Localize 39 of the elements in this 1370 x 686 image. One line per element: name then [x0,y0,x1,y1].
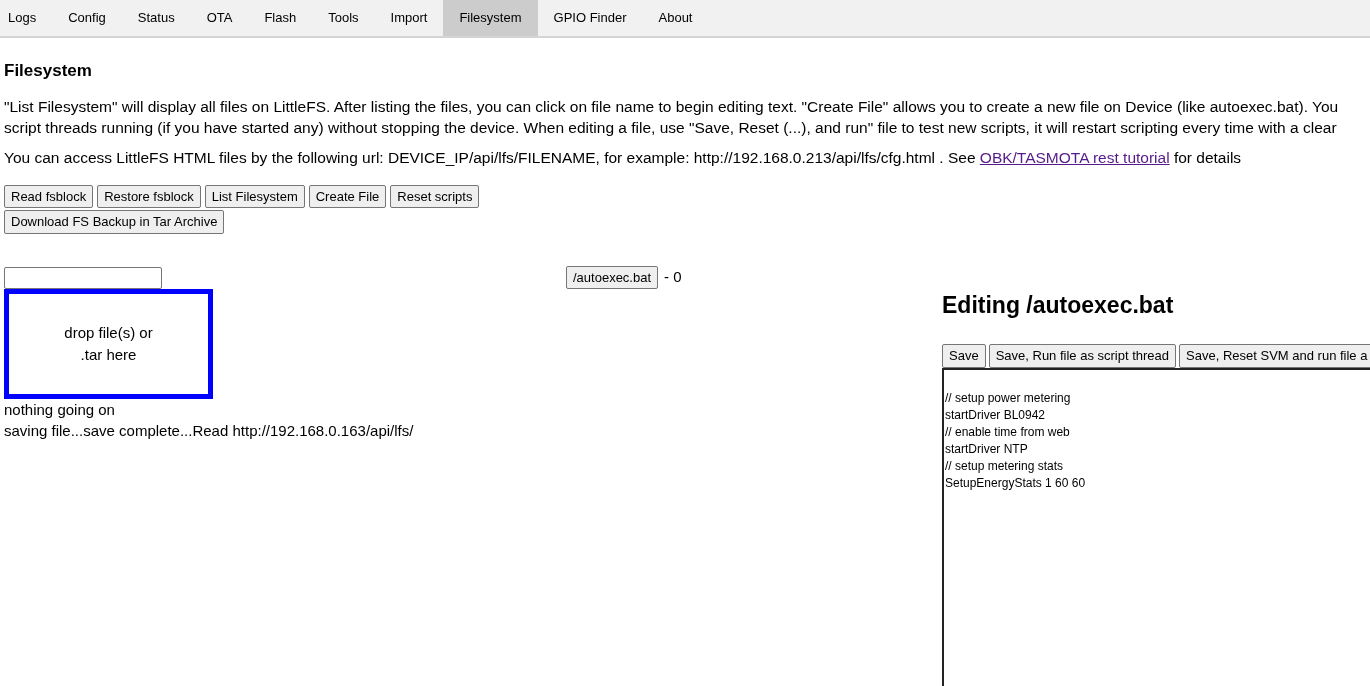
file-button[interactable]: /autoexec.bat [566,265,659,290]
code-line: // enable time from web [945,423,1071,441]
code-editor[interactable]: // setup power metering startDriver BL0942 // enable time from web startDriver NTP // setup metering stats SetupEnergyStats 1 60 60 [942,367,1370,686]
drop-zone[interactable]: drop file(s) or .tar here [4,289,213,400]
tab[interactable]: GPIO Finder [537,0,643,36]
editor-title: Editing /autoexec.bat [942,290,1175,320]
editor-button[interactable]: Save, Reset SVM and run file a [1179,344,1370,368]
drop-zone-text: drop file(s) or [64,322,153,343]
code-line: // setup metering stats [945,457,1065,475]
status-text: saving file...save complete...Read http://192.168.0.163/api/lfs/ [4,421,415,442]
status-text: nothing going on [4,400,116,421]
tab[interactable]: Tools [312,0,375,36]
tab[interactable]: Import [374,0,444,36]
page-heading: Filesystem [4,60,93,82]
code-line: startDriver NTP [945,440,1029,458]
action-button[interactable]: List Filesystem [204,184,305,209]
code-line: // setup power metering [945,389,1072,407]
action-button[interactable]: Download FS Backup in Tar Archive [4,210,225,234]
description-text: "List Filesystem" will display all files on LittleFS. After listing the files, you can click on file name to begin editing text. "Create File" allows you to create a new file on Device (like autoexec.bat). You script threads running (if you have started any) without stopping the device. When editing a file, use "Save, Reset (...), and run" file to test new scripts, it will restart scripting every time with a clear [4,96,1340,138]
tab[interactable]: Filesystem [443,0,538,36]
tab[interactable]: OTA [190,0,249,36]
tab[interactable]: Config [52,0,122,36]
text-field[interactable] [4,266,162,289]
tab[interactable]: Logs [0,0,53,36]
tab[interactable]: Flash [248,0,313,36]
code-line: SetupEnergyStats 1 60 60 [945,474,1087,492]
access-note: You can access LittleFS HTML files by the following url: DEVICE_IP/api/lfs/FILENAME, for example: http://192.168.0.213/api/lfs/cfg.html . See OBK/TASMOTA rest tutorial for details [4,147,1243,168]
editor-button[interactable]: Save [942,344,986,368]
action-button[interactable]: Restore fsblock [97,184,201,209]
drop-zone-text: .tar here [80,345,137,366]
code-line: startDriver BL0942 [945,406,1047,424]
action-button[interactable]: Reset scripts [390,184,480,209]
action-button[interactable]: Create File [308,184,387,209]
file-size: - 0 [664,267,682,288]
tab[interactable]: Status [121,0,191,36]
editor-button[interactable]: Save, Run file as script thread [988,344,1177,368]
tutorial-link[interactable]: OBK/TASMOTA rest tutorial [979,148,1170,166]
action-button[interactable]: Read fsblock [4,184,94,209]
tab[interactable]: About [642,0,709,36]
